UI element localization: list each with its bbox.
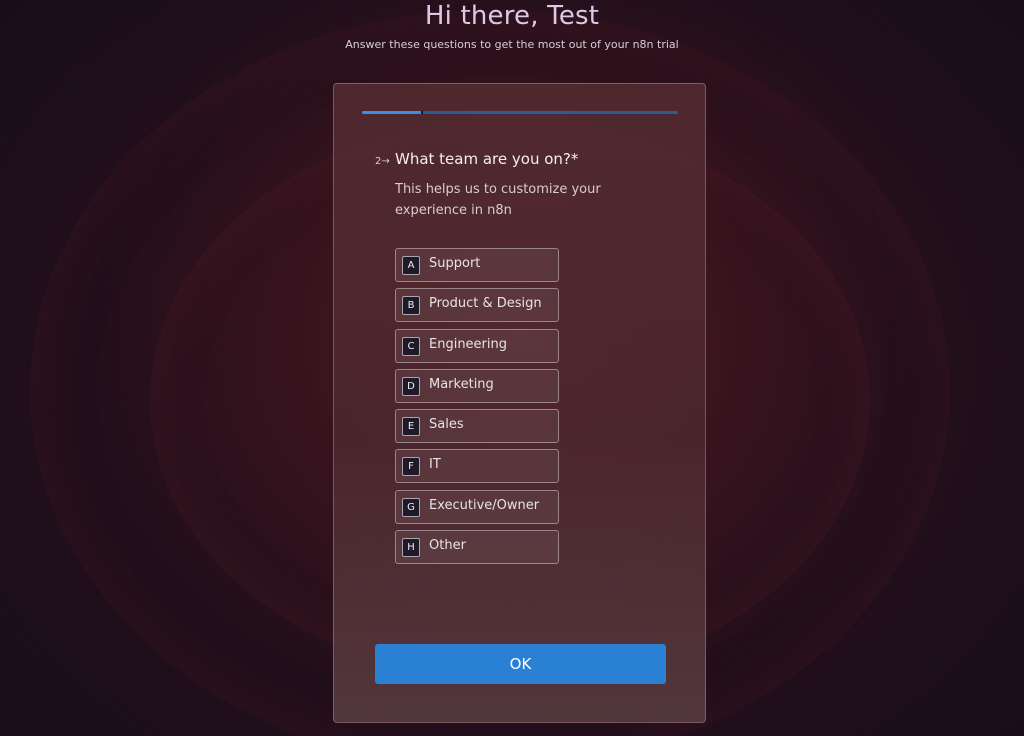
option-key-badge: B (402, 296, 420, 316)
option-sales[interactable]: E Sales (395, 409, 559, 444)
option-key-badge: D (402, 376, 420, 396)
option-key-badge: G (402, 497, 420, 517)
option-label: IT (429, 457, 441, 473)
option-label: Engineering (429, 336, 507, 352)
survey-card: 2→ What team are you on?* This helps us … (333, 83, 706, 723)
option-executive-owner[interactable]: G Executive/Owner (395, 489, 559, 524)
option-key-badge: A (402, 256, 420, 275)
option-support[interactable]: A Support (395, 248, 559, 282)
option-key-badge: E (402, 417, 420, 437)
page-subtitle: Answer these questions to get the most o… (345, 38, 679, 51)
options-list: A Support B Product & Design C Engineeri… (395, 248, 559, 570)
progress-bar (362, 111, 678, 114)
option-marketing[interactable]: D Marketing (395, 368, 559, 403)
option-key-badge: C (402, 336, 420, 356)
progress-bar-fill (362, 111, 423, 114)
option-label: Other (429, 538, 466, 554)
option-label: Support (429, 256, 481, 271)
option-product-design[interactable]: B Product & Design (395, 288, 559, 323)
option-label: Product & Design (429, 296, 542, 312)
option-other[interactable]: H Other (395, 530, 559, 565)
page-title: Hi there, Test (424, 1, 600, 31)
option-key-badge: H (402, 538, 420, 558)
ok-button[interactable]: OK (375, 644, 666, 684)
option-key-badge: F (402, 457, 420, 477)
question-number: 2→ (375, 156, 390, 167)
option-engineering[interactable]: C Engineering (395, 328, 559, 363)
question-title: What team are you on?* (395, 150, 579, 168)
option-label: Marketing (429, 376, 494, 392)
option-label: Executive/Owner (429, 497, 540, 513)
question-description: This helps us to customize your experien… (395, 182, 601, 218)
option-it[interactable]: F IT (395, 449, 559, 484)
option-label: Sales (429, 417, 464, 433)
progress-marker (421, 111, 424, 114)
